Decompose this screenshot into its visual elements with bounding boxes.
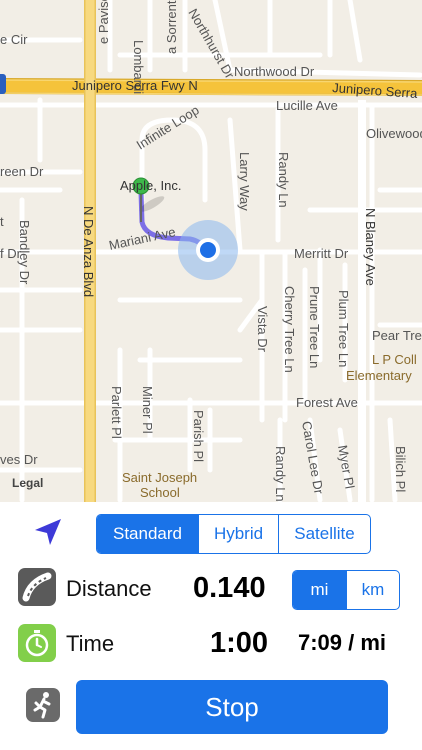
label-myer: Myer Pl (335, 444, 357, 490)
label-northwood: Northwood Dr (234, 64, 315, 79)
label-randy-ln-top: Randy Ln (276, 152, 291, 208)
map-type-segmented-control: Standard Hybrid Satellite (96, 514, 371, 554)
time-value: 1:00 (210, 627, 269, 659)
label-de-anza: N De Anza Blvd (81, 206, 96, 297)
map-view[interactable]: e Cir e Paviso Lombardi a Sorrento North… (0, 0, 422, 502)
label-t: t (0, 214, 4, 229)
map-type-hybrid[interactable]: Hybrid (198, 515, 278, 553)
label-parish: Parish Pl (191, 410, 206, 462)
label-e-cir: e Cir (0, 32, 28, 47)
distance-label: Distance (66, 576, 152, 601)
unit-mi[interactable]: mi (293, 571, 346, 609)
label-saint-joseph: Saint Joseph (122, 470, 197, 485)
label-randy-ln-bottom: Randy Ln (273, 446, 288, 502)
label-prune-tree: Prune Tree Ln (307, 286, 322, 368)
label-pear-tree: Pear Tree (372, 328, 422, 343)
label-ves-dr: ves Dr (0, 452, 38, 467)
unit-segmented-control: mi km (292, 570, 400, 610)
runner-icon (26, 688, 60, 722)
label-f-dr: f Dr (0, 246, 22, 261)
label-larry-way: Larry Way (237, 152, 252, 211)
label-vista: Vista Dr (255, 306, 270, 353)
label-paviso: e Paviso (96, 0, 111, 44)
label-olivewood: Olivewood (366, 126, 422, 141)
label-lp-coll: L P Coll (372, 352, 417, 367)
stop-button[interactable]: Stop (76, 680, 388, 734)
pace-value: 7:09 / mi (298, 630, 387, 655)
label-sorrento: a Sorrento (164, 0, 179, 54)
control-panel: Standard Hybrid Satellite Distance 0.140… (0, 502, 422, 750)
label-blaney: N Blaney Ave (363, 208, 378, 286)
label-parlett: Parlett Pl (109, 386, 124, 439)
label-bilich: Bilich Pl (393, 446, 408, 492)
label-plum-tree: Plum Tree Ln (336, 290, 351, 367)
label-green-dr: reen Dr (0, 164, 44, 179)
location-arrow-icon[interactable] (32, 516, 64, 548)
label-merritt: Merritt Dr (294, 246, 349, 261)
label-elementary: Elementary (346, 368, 412, 383)
label-miner: Miner Pl (140, 386, 155, 434)
legal-link[interactable]: Legal (12, 476, 43, 490)
map-type-satellite[interactable]: Satellite (278, 515, 370, 553)
road-icon (18, 568, 56, 606)
label-forest: Forest Ave (296, 395, 358, 410)
map-type-standard[interactable]: Standard (97, 515, 198, 553)
label-freeway: Junipero Serra Fwy N (72, 78, 198, 93)
label-cherry-tree: Cherry Tree Ln (282, 286, 297, 373)
label-carol-lee: Carol Lee Dr (299, 420, 327, 496)
label-school: School (140, 485, 180, 500)
poi-apple: Apple, Inc. (120, 178, 181, 193)
distance-value: 0.140 (193, 572, 266, 604)
map-canvas: e Cir e Paviso Lombardi a Sorrento North… (0, 0, 422, 502)
label-lucille: Lucille Ave (276, 98, 338, 113)
unit-km[interactable]: km (346, 571, 399, 609)
stopwatch-icon (18, 624, 56, 662)
time-label: Time (66, 631, 115, 656)
label-northhurst: Northhurst Dr (185, 6, 237, 82)
